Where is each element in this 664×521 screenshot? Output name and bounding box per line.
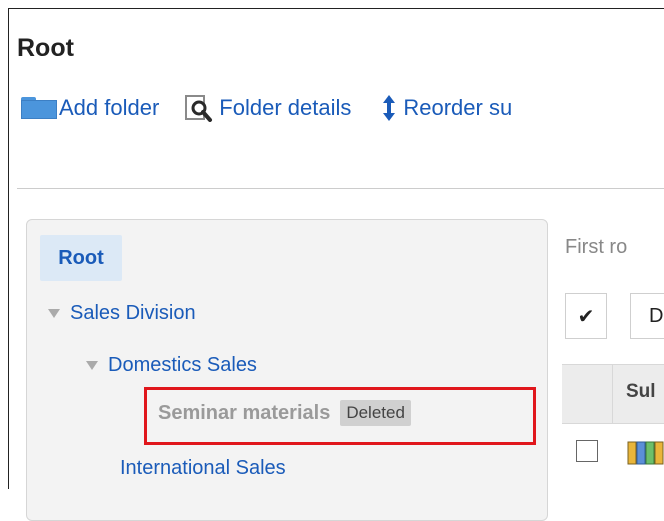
- folder-details-label: Folder details: [219, 95, 352, 120]
- tree-item-domestics-sales[interactable]: Domestics Sales: [86, 354, 257, 377]
- add-folder-link[interactable]: Add folder: [17, 95, 159, 121]
- toolbar: Add folder Folder details Reorder su: [17, 92, 512, 124]
- file-cabinet-icon: [627, 441, 664, 465]
- column-separator: [612, 365, 613, 423]
- section-divider: [17, 188, 664, 189]
- highlight-box: [144, 387, 536, 445]
- up-down-arrow-icon: [383, 95, 396, 121]
- expand-triangle-icon[interactable]: [48, 309, 60, 318]
- tree-item-label: Sales Division: [70, 302, 196, 324]
- add-folder-label: Add folder: [59, 95, 160, 120]
- folder-icon: [17, 96, 57, 120]
- tree-item-label: Domestics Sales: [108, 354, 257, 376]
- tree-item-international-sales[interactable]: International Sales: [120, 457, 286, 480]
- column-header-subject[interactable]: Sul: [626, 381, 656, 403]
- delete-button[interactable]: D: [630, 293, 664, 339]
- table-header: Sul: [562, 364, 664, 424]
- page-title: Root: [17, 34, 74, 62]
- tree-root-item[interactable]: Root: [40, 235, 122, 281]
- first-row-text: First ro: [565, 236, 628, 258]
- reorder-link[interactable]: Reorder su: [351, 94, 512, 122]
- reorder-label: Reorder su: [403, 95, 513, 120]
- expand-triangle-icon[interactable]: [86, 361, 98, 370]
- tree-item-sales-division[interactable]: Sales Division: [48, 302, 196, 325]
- magnifier-document-icon: [185, 95, 213, 122]
- select-all-button[interactable]: ✔: [565, 293, 607, 339]
- tree-item-label: International Sales: [120, 457, 286, 479]
- folder-details-link[interactable]: Folder details: [159, 94, 351, 122]
- row-checkbox[interactable]: [576, 440, 598, 462]
